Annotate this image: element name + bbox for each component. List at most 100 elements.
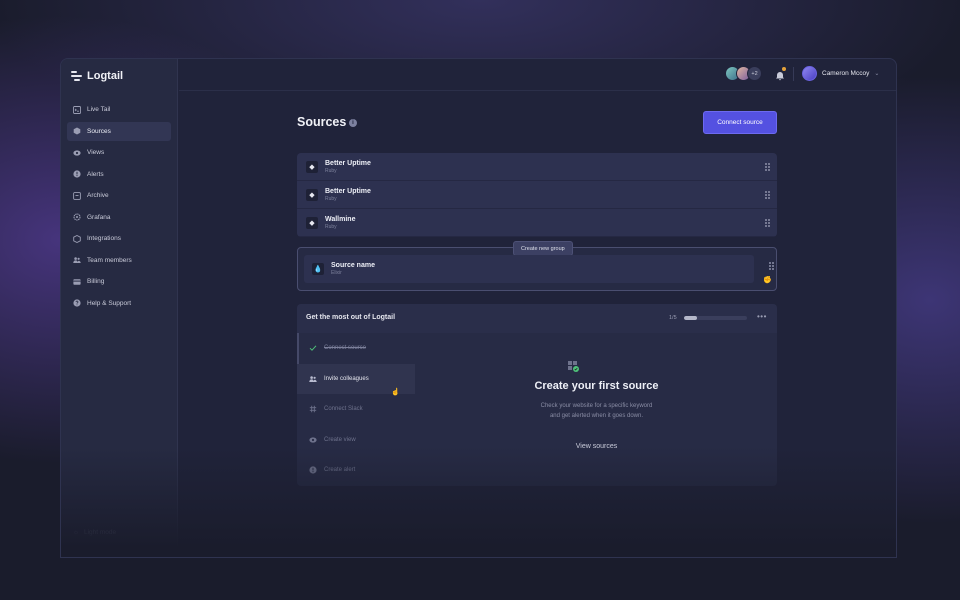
source-platform: Ruby	[325, 223, 337, 230]
eye-icon	[309, 436, 317, 444]
connect-source-button[interactable]: Connect source	[703, 111, 777, 134]
step-invite-colleagues[interactable]: Invite colleagues ☝	[297, 363, 415, 396]
sidebar-item-alerts[interactable]: Alerts	[67, 165, 171, 184]
drag-handle-icon[interactable]	[769, 262, 774, 270]
sidebar-item-billing[interactable]: Billing	[67, 272, 171, 291]
source-row[interactable]: ◆ Better Uptime Ruby	[297, 153, 777, 181]
progress-count: 1/5	[669, 315, 677, 321]
source-name: Wallmine	[325, 215, 356, 223]
puzzle-icon	[73, 234, 81, 243]
cta-title: Create your first source	[534, 380, 659, 392]
user-menu[interactable]: Cameron Mccoy ⌄	[802, 66, 879, 81]
source-name: Better Uptime	[325, 159, 371, 167]
progress-bar	[684, 316, 747, 320]
card-icon	[73, 278, 81, 286]
notification-dot	[782, 67, 786, 71]
step-label: Create view	[324, 436, 356, 443]
sidebar-item-label: Team members	[87, 256, 132, 264]
ruby-icon: ◆	[306, 188, 318, 201]
sun-icon: ☼	[73, 529, 79, 536]
cube-icon	[73, 127, 81, 135]
drag-handle-icon[interactable]	[765, 163, 770, 171]
drag-handle-icon[interactable]	[765, 219, 770, 227]
onboarding-cta: Create your first source Check your webs…	[416, 333, 777, 486]
sidebar: Logtail Live Tail Sources Views Alerts A…	[61, 59, 178, 557]
brand-name: Logtail	[87, 70, 124, 82]
terminal-icon	[73, 105, 81, 114]
alert-icon	[73, 170, 81, 178]
ruby-icon: ◆	[306, 216, 318, 229]
onboarding-header: Get the most out of Logtail 1/5 •••	[297, 304, 777, 333]
light-mode-toggle[interactable]: ☼ Light mode	[73, 529, 116, 536]
onboarding-panel: Get the most out of Logtail 1/5 ••• Conn…	[297, 304, 777, 486]
sidebar-item-live-tail[interactable]: Live Tail	[67, 100, 171, 119]
source-platform: Elixir	[331, 270, 342, 276]
elixir-icon: 💧	[312, 263, 324, 275]
source-cubes-icon	[566, 359, 580, 373]
source-platform: Ruby	[325, 195, 337, 202]
create-group-tooltip: Create new group	[513, 241, 573, 256]
help-icon	[73, 299, 81, 307]
cta-description: Check your website for a specific keywor…	[416, 401, 777, 421]
page-header: Sources i Connect source	[297, 111, 777, 135]
main-content: Sources i Connect source ◆ Better Uptime…	[297, 111, 777, 486]
source-row[interactable]: ◆ Wallmine Ruby	[297, 209, 777, 237]
sidebar-item-label: Alerts	[87, 170, 104, 178]
sidebar-item-team-members[interactable]: Team members	[67, 251, 171, 270]
sidebar-item-views[interactable]: Views	[67, 143, 171, 162]
sidebar-item-help-support[interactable]: Help & Support	[67, 294, 171, 313]
sidebar-item-label: Billing	[87, 278, 105, 285]
light-mode-label: Light mode	[83, 529, 117, 536]
view-sources-link[interactable]: View sources	[416, 443, 777, 450]
step-create-alert[interactable]: Create alert	[297, 455, 415, 486]
step-label: Connect source	[324, 345, 367, 352]
source-name: Better Uptime	[325, 187, 371, 195]
hash-icon	[309, 405, 317, 413]
source-platform: Ruby	[325, 167, 337, 174]
onboarding-steps: Connect source Invite colleagues ☝ Conne…	[297, 333, 415, 486]
grafana-icon	[73, 213, 81, 221]
topbar-divider	[793, 67, 794, 81]
sidebar-item-integrations[interactable]: Integrations	[67, 229, 171, 248]
sidebar-item-sources[interactable]: Sources	[67, 121, 171, 141]
sidebar-item-label: Views	[87, 149, 105, 156]
team-avatars[interactable]: +2	[725, 66, 762, 81]
step-connect-source[interactable]: Connect source	[297, 333, 415, 364]
step-label: Invite colleagues	[324, 375, 369, 382]
sidebar-nav: Live Tail Sources Views Alerts Archive G…	[67, 100, 171, 315]
step-create-view[interactable]: Create view	[297, 425, 415, 456]
sidebar-item-label: Grafana	[87, 213, 111, 221]
eye-icon	[73, 149, 81, 157]
notifications-bell-icon[interactable]	[775, 67, 786, 81]
dragged-source-row[interactable]: 💧 Source name Elixir	[304, 255, 754, 283]
step-connect-slack[interactable]: Connect Slack	[297, 394, 415, 425]
brand-logo[interactable]: Logtail	[71, 70, 123, 82]
sidebar-item-grafana[interactable]: Grafana	[67, 208, 171, 227]
user-name: Cameron Mccoy	[822, 70, 870, 77]
user-avatar	[802, 66, 817, 81]
alert-icon	[309, 466, 317, 474]
people-icon	[309, 375, 317, 383]
extra-members-badge: +2	[747, 66, 762, 81]
cta-description-line: Check your website for a specific keywor…	[540, 403, 653, 409]
new-group-dropzone[interactable]: Create new group 💧 Source name Elixir ✊	[297, 241, 777, 291]
people-icon	[73, 256, 81, 264]
sources-list: ◆ Better Uptime Ruby ◆ Better Uptime Rub…	[297, 153, 777, 237]
chevron-down-icon: ⌄	[874, 71, 880, 77]
page-title: Sources	[297, 115, 347, 129]
info-icon[interactable]: i	[349, 119, 357, 127]
progress-fill	[684, 316, 697, 320]
source-row[interactable]: ◆ Better Uptime Ruby	[297, 181, 777, 209]
sidebar-item-archive[interactable]: Archive	[67, 186, 171, 205]
archive-icon	[73, 191, 81, 200]
check-icon	[309, 344, 317, 352]
sidebar-item-label: Sources	[87, 127, 111, 135]
logtail-logo-icon	[71, 71, 82, 81]
more-options-icon[interactable]: •••	[757, 312, 767, 321]
sidebar-item-label: Help & Support	[87, 299, 132, 307]
drag-handle-icon[interactable]	[765, 191, 770, 199]
step-label: Create alert	[324, 467, 356, 474]
sidebar-item-label: Archive	[87, 192, 109, 199]
ruby-icon: ◆	[306, 160, 318, 173]
step-label: Connect Slack	[324, 406, 363, 413]
